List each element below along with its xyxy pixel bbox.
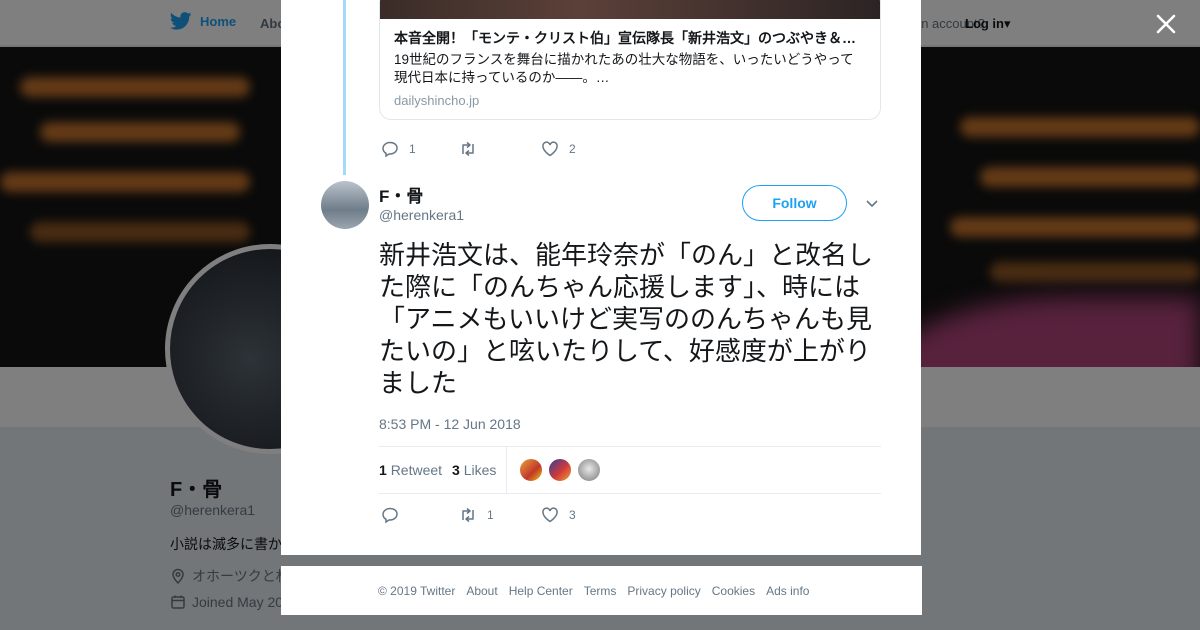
reply-icon	[382, 507, 398, 524]
tweet-timestamp[interactable]: 8:53 PM - 12 Jun 2018	[379, 416, 521, 432]
link-card-description: 19世紀のフランスを舞台に描かれたあの壮大な物語を、いったいどうやって現代日本に…	[394, 52, 854, 85]
footer-copyright: © 2019 Twitter	[378, 583, 456, 598]
close-button[interactable]	[1152, 10, 1180, 38]
retweet-button[interactable]	[459, 140, 541, 158]
tweet-actions: 1 3	[381, 506, 576, 524]
reply-button[interactable]	[381, 506, 459, 524]
retweet-stat-count: 1	[379, 462, 387, 478]
like-count: 2	[569, 142, 576, 156]
chevron-down-icon	[866, 200, 878, 208]
tweet-author-handle[interactable]: @herenkera1	[379, 207, 464, 223]
thread-line	[343, 0, 346, 175]
modal-footer: © 2019 Twitter About Help Center Terms P…	[281, 566, 922, 615]
reply-icon	[382, 141, 398, 158]
retweet-button[interactable]: 1	[459, 506, 541, 524]
footer-terms-link[interactable]: Terms	[584, 584, 617, 598]
follow-button[interactable]: Follow	[742, 185, 847, 221]
liker-avatar[interactable]	[577, 458, 602, 482]
retweet-icon	[462, 507, 474, 523]
retweet-count: 1	[487, 508, 494, 522]
like-button[interactable]: 2	[541, 140, 576, 158]
footer-ads-link[interactable]: Ads info	[766, 584, 809, 598]
footer-cookies-link[interactable]: Cookies	[712, 584, 755, 598]
retweet-icon	[462, 141, 474, 157]
footer-help-link[interactable]: Help Center	[509, 584, 573, 598]
footer-about-link[interactable]: About	[466, 584, 497, 598]
retweet-stat-label: Retweet	[390, 462, 443, 478]
link-card-image	[380, 0, 880, 19]
liker-avatar[interactable]	[519, 458, 544, 482]
like-stat[interactable]: 3 Likes	[452, 462, 496, 478]
link-card[interactable]: 本音全開！「モンテ・クリスト伯」宣伝隊長「新井浩文」のつぶやき＆… 19世紀のフ…	[379, 0, 881, 120]
like-stat-count: 3	[452, 462, 460, 478]
tweet-stats: 1 Retweet 3 Likes	[379, 446, 881, 494]
reply-count: 1	[409, 142, 416, 156]
link-card-title: 本音全開！「モンテ・クリスト伯」宣伝隊長「新井浩文」のつぶやき＆…	[394, 30, 856, 46]
retweet-stat[interactable]: 1 Retweet	[379, 462, 442, 478]
prev-tweet-actions: 1 2	[381, 140, 576, 158]
tweet-modal: 本音全開！「モンテ・クリスト伯」宣伝隊長「新井浩文」のつぶやき＆… 19世紀のフ…	[281, 0, 921, 555]
close-icon	[1156, 14, 1176, 34]
like-count: 3	[569, 508, 576, 522]
tweet-author-avatar[interactable]	[321, 181, 369, 229]
heart-icon	[542, 507, 558, 523]
tweet-text: 新井浩文は、能年玲奈が「のん」と改名した際に「のんちゃん応援します」、時には「ア…	[379, 241, 874, 399]
stats-divider	[506, 447, 508, 493]
tweet-author-name[interactable]: F・骨	[379, 182, 423, 207]
like-stat-label: Likes	[463, 462, 497, 478]
liker-avatar[interactable]	[548, 458, 573, 482]
tweet-menu-button[interactable]	[863, 194, 881, 212]
footer-privacy-link[interactable]: Privacy policy	[627, 584, 700, 598]
heart-icon	[542, 141, 558, 157]
link-card-domain: dailyshincho.jp	[394, 93, 480, 108]
like-button[interactable]: 3	[541, 506, 576, 524]
reply-button[interactable]: 1	[381, 140, 459, 158]
